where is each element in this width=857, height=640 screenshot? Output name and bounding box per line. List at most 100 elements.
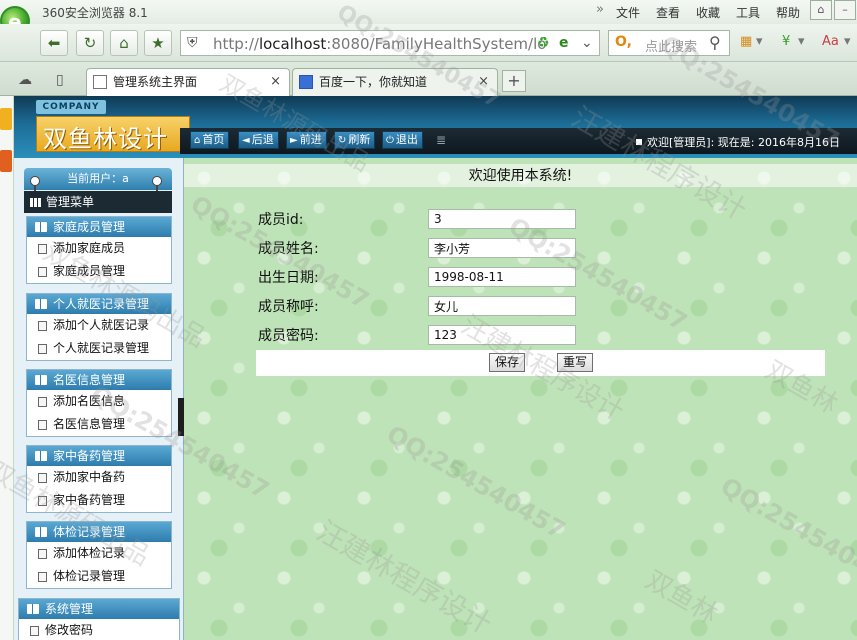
book-icon: [35, 451, 47, 461]
menu-overflow-icon[interactable]: »: [596, 2, 604, 17]
document-icon: [38, 473, 47, 483]
company-tag: COMPANY: [36, 100, 106, 114]
app-logo: 双鱼林设计: [36, 116, 190, 153]
menu-item-manage-medicine[interactable]: 家中备药管理: [27, 489, 171, 512]
browser-navbar: ⬅ ↻ ⌂ ★ ⛨ http://localhost:8080/FamilyHe…: [0, 24, 857, 62]
birth-date-field[interactable]: [428, 267, 576, 287]
address-url[interactable]: http://localhost:8080/FamilyHealthSystem…: [213, 35, 546, 53]
menu-item-manage-checkups[interactable]: 体检记录管理: [27, 565, 171, 588]
baidu-paw-icon: [299, 75, 313, 89]
address-bar[interactable]: ⛨ http://localhost:8080/FamilyHealthSyst…: [180, 30, 600, 56]
label-member-id: 成员id:: [258, 212, 304, 228]
member-password-field[interactable]: [428, 325, 576, 345]
favorite-button[interactable]: ★: [144, 30, 172, 56]
menu-title: 管理菜单: [24, 191, 172, 213]
shield-guard-icon[interactable]: ¥: [782, 34, 790, 49]
menu-group-family-members: 家庭成员管理 添加家庭成员 家庭成员管理: [26, 216, 172, 284]
menu-group-header[interactable]: 名医信息管理: [27, 370, 171, 390]
menu-tools[interactable]: 工具: [736, 4, 760, 21]
member-name-field[interactable]: [428, 238, 576, 258]
browser-tabbar: ☁ ▯ 管理系统主界面 × 百度一下，你就知道 × +: [0, 62, 857, 96]
menu-item-add-medical-record[interactable]: 添加个人就医记录: [27, 314, 171, 337]
document-icon: [38, 397, 47, 407]
minimize-button[interactable]: –: [834, 0, 856, 20]
refresh-icon: ↻: [338, 135, 347, 146]
document-icon: [30, 626, 39, 636]
menu-group-header[interactable]: 个人就医记录管理: [27, 294, 171, 314]
menu-view[interactable]: 查看: [656, 4, 680, 21]
star-icon: ★: [151, 34, 165, 52]
browser-title: 360安全浏览器 8.1: [42, 6, 148, 20]
menu-item-add-checkup[interactable]: 添加体检记录: [27, 542, 171, 565]
chevron-down-icon[interactable]: ▾: [798, 34, 805, 49]
reset-button[interactable]: 重写: [557, 353, 594, 372]
chevron-down-icon[interactable]: ▾: [756, 34, 763, 49]
compat-mode-icon[interactable]: ♻: [537, 35, 550, 51]
browser-titlebar: 360安全浏览器 8.1 » 文件 查看 收藏 工具 帮助 ⌂ –: [0, 0, 857, 24]
book-icon: [35, 527, 47, 537]
close-icon[interactable]: ×: [270, 69, 281, 95]
document-icon: [38, 549, 47, 559]
menu-item-manage-doctors[interactable]: 名医信息管理: [27, 413, 171, 436]
menu-item-change-password[interactable]: 修改密码: [19, 619, 179, 640]
menu-item-manage-medical-records[interactable]: 个人就医记录管理: [27, 337, 171, 360]
arrow-left-icon: ⬅: [47, 34, 61, 52]
refresh-button[interactable]: ↻: [76, 30, 104, 56]
home-button[interactable]: ⌂ 首页: [190, 131, 230, 149]
logout-button[interactable]: ⏻ 退出: [382, 131, 423, 149]
back-button[interactable]: ⬅: [40, 30, 68, 56]
tab-baidu[interactable]: 百度一下，你就知道 ×: [292, 68, 498, 96]
search-box[interactable]: O, 点此搜索 ⚲: [608, 30, 730, 56]
search-icon[interactable]: ⚲: [709, 33, 721, 52]
shield-icon: ⛨: [187, 35, 198, 51]
member-title-field[interactable]: [428, 296, 576, 316]
menu-group-header[interactable]: 体检记录管理: [27, 522, 171, 542]
skin-button[interactable]: ⌂: [810, 0, 832, 20]
current-user: 当前用户：a: [24, 168, 172, 190]
menu-group-header[interactable]: 家庭成员管理: [27, 217, 171, 237]
menu-group-header[interactable]: 家中备药管理: [27, 446, 171, 466]
power-icon: ⏻: [386, 135, 394, 146]
document-icon: [38, 267, 47, 277]
refresh-button[interactable]: ↻ 刷新: [334, 131, 376, 149]
back-button[interactable]: ◄ 后退: [238, 131, 279, 149]
menu-item-add-doctor[interactable]: 添加名医信息: [27, 390, 171, 413]
refresh-icon: ↻: [83, 34, 97, 52]
menu-item-add-medicine[interactable]: 添加家中备药: [27, 466, 171, 489]
menu-item-manage-family-members[interactable]: 家庭成员管理: [27, 260, 171, 283]
tab-main-interface[interactable]: 管理系统主界面 ×: [86, 68, 290, 96]
book-icon: [35, 375, 47, 385]
menu-favorites[interactable]: 收藏: [696, 4, 720, 21]
member-id-field[interactable]: [428, 209, 576, 229]
chevron-down-icon[interactable]: ▾: [844, 34, 851, 49]
side-app-icon[interactable]: [0, 108, 12, 130]
toolbar-menu-icon: ≣: [436, 133, 447, 147]
grid-icon: [30, 198, 42, 207]
book-icon: [35, 299, 47, 309]
chevron-down-icon[interactable]: ⌄: [581, 35, 593, 51]
tab-label: 百度一下，你就知道: [319, 75, 428, 89]
translate-icon[interactable]: Aa: [822, 34, 839, 49]
search-engine-icon[interactable]: O,: [615, 34, 632, 50]
forward-button[interactable]: ► 前进: [286, 131, 327, 149]
menu-file[interactable]: 文件: [616, 4, 640, 21]
menu-group-header[interactable]: 系统管理: [19, 599, 179, 619]
close-icon[interactable]: ×: [478, 69, 489, 95]
home-button[interactable]: ⌂: [110, 30, 138, 56]
document-icon: [38, 420, 47, 430]
ie-mode-icon[interactable]: e: [559, 35, 569, 51]
new-tab-button[interactable]: +: [502, 70, 526, 92]
menu-item-add-family-member[interactable]: 添加家庭成员: [27, 237, 171, 260]
document-icon: [38, 572, 47, 582]
sidebar-toggle-icon[interactable]: ▯: [56, 72, 64, 88]
side-weibo-icon[interactable]: [0, 150, 12, 172]
save-button[interactable]: 保存: [489, 353, 526, 372]
apps-icon[interactable]: ▦: [740, 34, 752, 49]
menu-group-doctors: 名医信息管理 添加名医信息 名医信息管理: [26, 369, 172, 437]
menu-help[interactable]: 帮助: [776, 4, 800, 21]
cloud-icon[interactable]: ☁: [18, 72, 32, 88]
search-input[interactable]: 点此搜索: [645, 36, 697, 55]
form-button-row: [256, 350, 825, 376]
home-icon: ⌂: [119, 34, 129, 52]
menu-group-checkups: 体检记录管理 添加体检记录 体检记录管理: [26, 521, 172, 589]
